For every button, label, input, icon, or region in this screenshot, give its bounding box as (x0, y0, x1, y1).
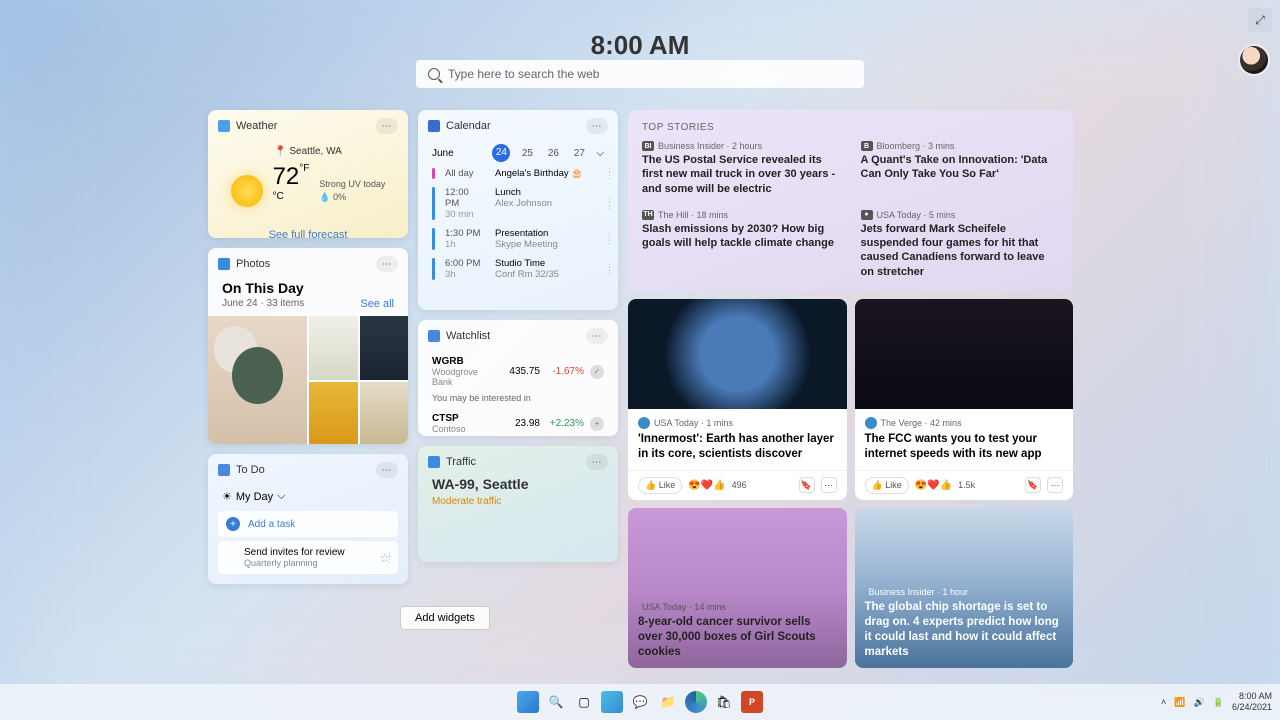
photo-grid[interactable] (208, 316, 408, 444)
edge-icon[interactable] (685, 691, 707, 713)
calendar-title: Calendar (446, 120, 586, 132)
explorer-icon[interactable]: 📁 (657, 691, 679, 713)
search-taskbar-icon[interactable]: 🔍 (545, 691, 567, 713)
top-story[interactable]: BIBusiness Insider · 2 hours The US Post… (642, 141, 841, 196)
more-icon[interactable]: ⋯ (586, 118, 608, 134)
weather-title: Weather (236, 120, 376, 132)
traffic-title: Traffic (446, 456, 586, 468)
calendar-icon (428, 120, 440, 132)
search-placeholder: Type here to search the web (448, 67, 599, 81)
top-story[interactable]: BBloomberg · 3 mins A Quant's Take on In… (861, 141, 1060, 196)
photos-title: Photos (236, 258, 376, 270)
drag-handle-icon[interactable]: ⋮⋮ (605, 266, 614, 272)
photos-subtitle: June 24 · 33 items (222, 298, 304, 310)
search-icon (428, 68, 440, 80)
plus-icon[interactable]: + (590, 417, 604, 431)
news-card[interactable]: The Verge · 42 mins The FCC wants you to… (855, 299, 1074, 500)
add-widgets-button[interactable]: Add widgets (400, 606, 490, 630)
bookmark-icon[interactable]: 🔖 (799, 477, 815, 493)
system-tray[interactable]: ˄ 📶 🔊 🔋 8:00 AM6/24/2021 (1161, 684, 1272, 720)
watchlist-widget[interactable]: Watchlist ⋯ WGRBWoodgrove Bank 435.75 -1… (418, 320, 618, 436)
chevron-down-icon: ⌵ (277, 490, 285, 503)
more-icon[interactable]: ⋯ (586, 328, 608, 344)
bookmark-icon[interactable]: 🔖 (1025, 477, 1041, 493)
calendar-event[interactable]: 1:30 PM1h PresentationSkype Meeting ⋮⋮ (418, 224, 618, 254)
weather-widget[interactable]: Weather ⋯ 📍 Seattle, WA 72°F°C Strong UV… (208, 110, 408, 238)
weather-temp: 72°F°C (273, 163, 310, 219)
traffic-widget[interactable]: Traffic ⋯ WA-99, Seattle Moderate traffi… (418, 446, 618, 562)
plus-icon: + (226, 517, 240, 531)
top-story[interactable]: THThe Hill · 18 mins Slash emissions by … (642, 210, 841, 279)
like-button[interactable]: 👍 Like (638, 477, 682, 494)
volume-icon[interactable]: 🔊 (1194, 697, 1205, 708)
user-avatar[interactable] (1240, 46, 1268, 74)
watchlist-icon (428, 330, 440, 342)
wifi-icon[interactable]: 📶 (1174, 697, 1185, 708)
todo-icon (218, 464, 230, 476)
drag-handle-icon[interactable]: ⋮⋮ (605, 236, 614, 242)
stock-row[interactable]: CTSPContoso 23.98 +2.23% + (418, 409, 618, 436)
traffic-icon (428, 456, 440, 468)
more-icon[interactable]: ⋯ (821, 477, 837, 493)
chevron-up-icon[interactable]: ˄ (1161, 697, 1166, 707)
weather-icon (218, 120, 230, 132)
powerpoint-icon[interactable]: P (741, 691, 763, 713)
watchlist-title: Watchlist (446, 330, 586, 342)
sun-icon (231, 175, 263, 207)
store-icon[interactable]: 🛍 (713, 691, 735, 713)
chevron-down-icon[interactable]: ⌵ (596, 148, 604, 159)
clock: 8:00 AM (591, 30, 690, 61)
like-button[interactable]: 👍 Like (865, 477, 909, 494)
more-icon[interactable]: ⋯ (376, 462, 398, 478)
drag-handle-icon[interactable]: ⋮⋮ (605, 171, 614, 177)
collapse-icon[interactable]: ⤢ (1248, 8, 1272, 32)
chat-icon[interactable]: 💬 (629, 691, 651, 713)
todo-title: To Do (236, 464, 376, 476)
drag-handle-icon[interactable]: ⋮⋮ (605, 201, 614, 207)
myday-selector[interactable]: ☀ My Day ⌵ (208, 486, 408, 507)
see-all-link[interactable]: See all (360, 298, 394, 310)
photos-icon (218, 258, 230, 270)
taskbar[interactable]: 🔍 ▢ 💬 📁 🛍 P (0, 684, 1280, 720)
weather-detail: Strong UV today💧 0% (319, 178, 385, 203)
traffic-condition: Moderate traffic (432, 496, 501, 507)
watchlist-interest: You may be interested in (418, 391, 618, 409)
add-task-button[interactable]: + Add a task (218, 511, 398, 537)
drag-handle-icon[interactable]: ⋮⋮ (385, 555, 394, 561)
search-input[interactable]: Type here to search the web (416, 60, 864, 88)
calendar-event[interactable]: All day Angela's Birthday 🎂 ⋮⋮ (418, 164, 618, 183)
taskview-icon[interactable]: ▢ (573, 691, 595, 713)
photos-widget[interactable]: Photos ⋯ On This Day June 24 · 33 items … (208, 248, 408, 444)
widgets-icon[interactable] (601, 691, 623, 713)
check-icon[interactable]: ✓ (590, 365, 604, 379)
task-item[interactable]: Send invites for review Quarterly planni… (218, 541, 398, 574)
news-card[interactable]: USA Today · 1 mins 'Innermost': Earth ha… (628, 299, 847, 500)
traffic-route: WA-99, Seattle (432, 476, 528, 492)
news-card[interactable]: Business Insider · 1 hour The global chi… (855, 508, 1074, 668)
calendar-event[interactable]: 6:00 PM3h Studio TimeConf Rm 32/35 ⋮⋮ (418, 254, 618, 284)
top-stories: TOP STORIES BIBusiness Insider · 2 hours… (628, 110, 1073, 291)
tray-datetime[interactable]: 8:00 AM6/24/2021 (1232, 691, 1272, 713)
forecast-link[interactable]: See full forecast (208, 229, 408, 238)
news-card[interactable]: USA Today · 14 mins 8-year-old cancer su… (628, 508, 847, 668)
more-icon[interactable]: ⋯ (376, 256, 398, 272)
more-icon[interactable]: ⋯ (1047, 477, 1063, 493)
more-icon[interactable]: ⋯ (376, 118, 398, 134)
top-story[interactable]: ●USA Today · 5 mins Jets forward Mark Sc… (861, 210, 1060, 279)
weather-location: 📍 Seattle, WA (208, 146, 408, 157)
start-button[interactable] (517, 691, 539, 713)
battery-icon[interactable]: 🔋 (1213, 697, 1224, 708)
calendar-dates[interactable]: June 24 25 26 27 ⌵ (418, 142, 618, 164)
photos-heading: On This Day (208, 280, 408, 296)
calendar-widget[interactable]: Calendar ⋯ June 24 25 26 27 ⌵ All day An… (418, 110, 618, 310)
top-stories-label: TOP STORIES (642, 122, 1059, 133)
todo-widget[interactable]: To Do ⋯ ☀ My Day ⌵ + Add a task Send inv… (208, 454, 408, 584)
more-icon[interactable]: ⋯ (586, 454, 608, 470)
stock-row[interactable]: WGRBWoodgrove Bank 435.75 -1.67% ✓ (418, 352, 618, 391)
calendar-event[interactable]: 12:00 PM30 min LunchAlex Johnson ⋮⋮ (418, 183, 618, 224)
